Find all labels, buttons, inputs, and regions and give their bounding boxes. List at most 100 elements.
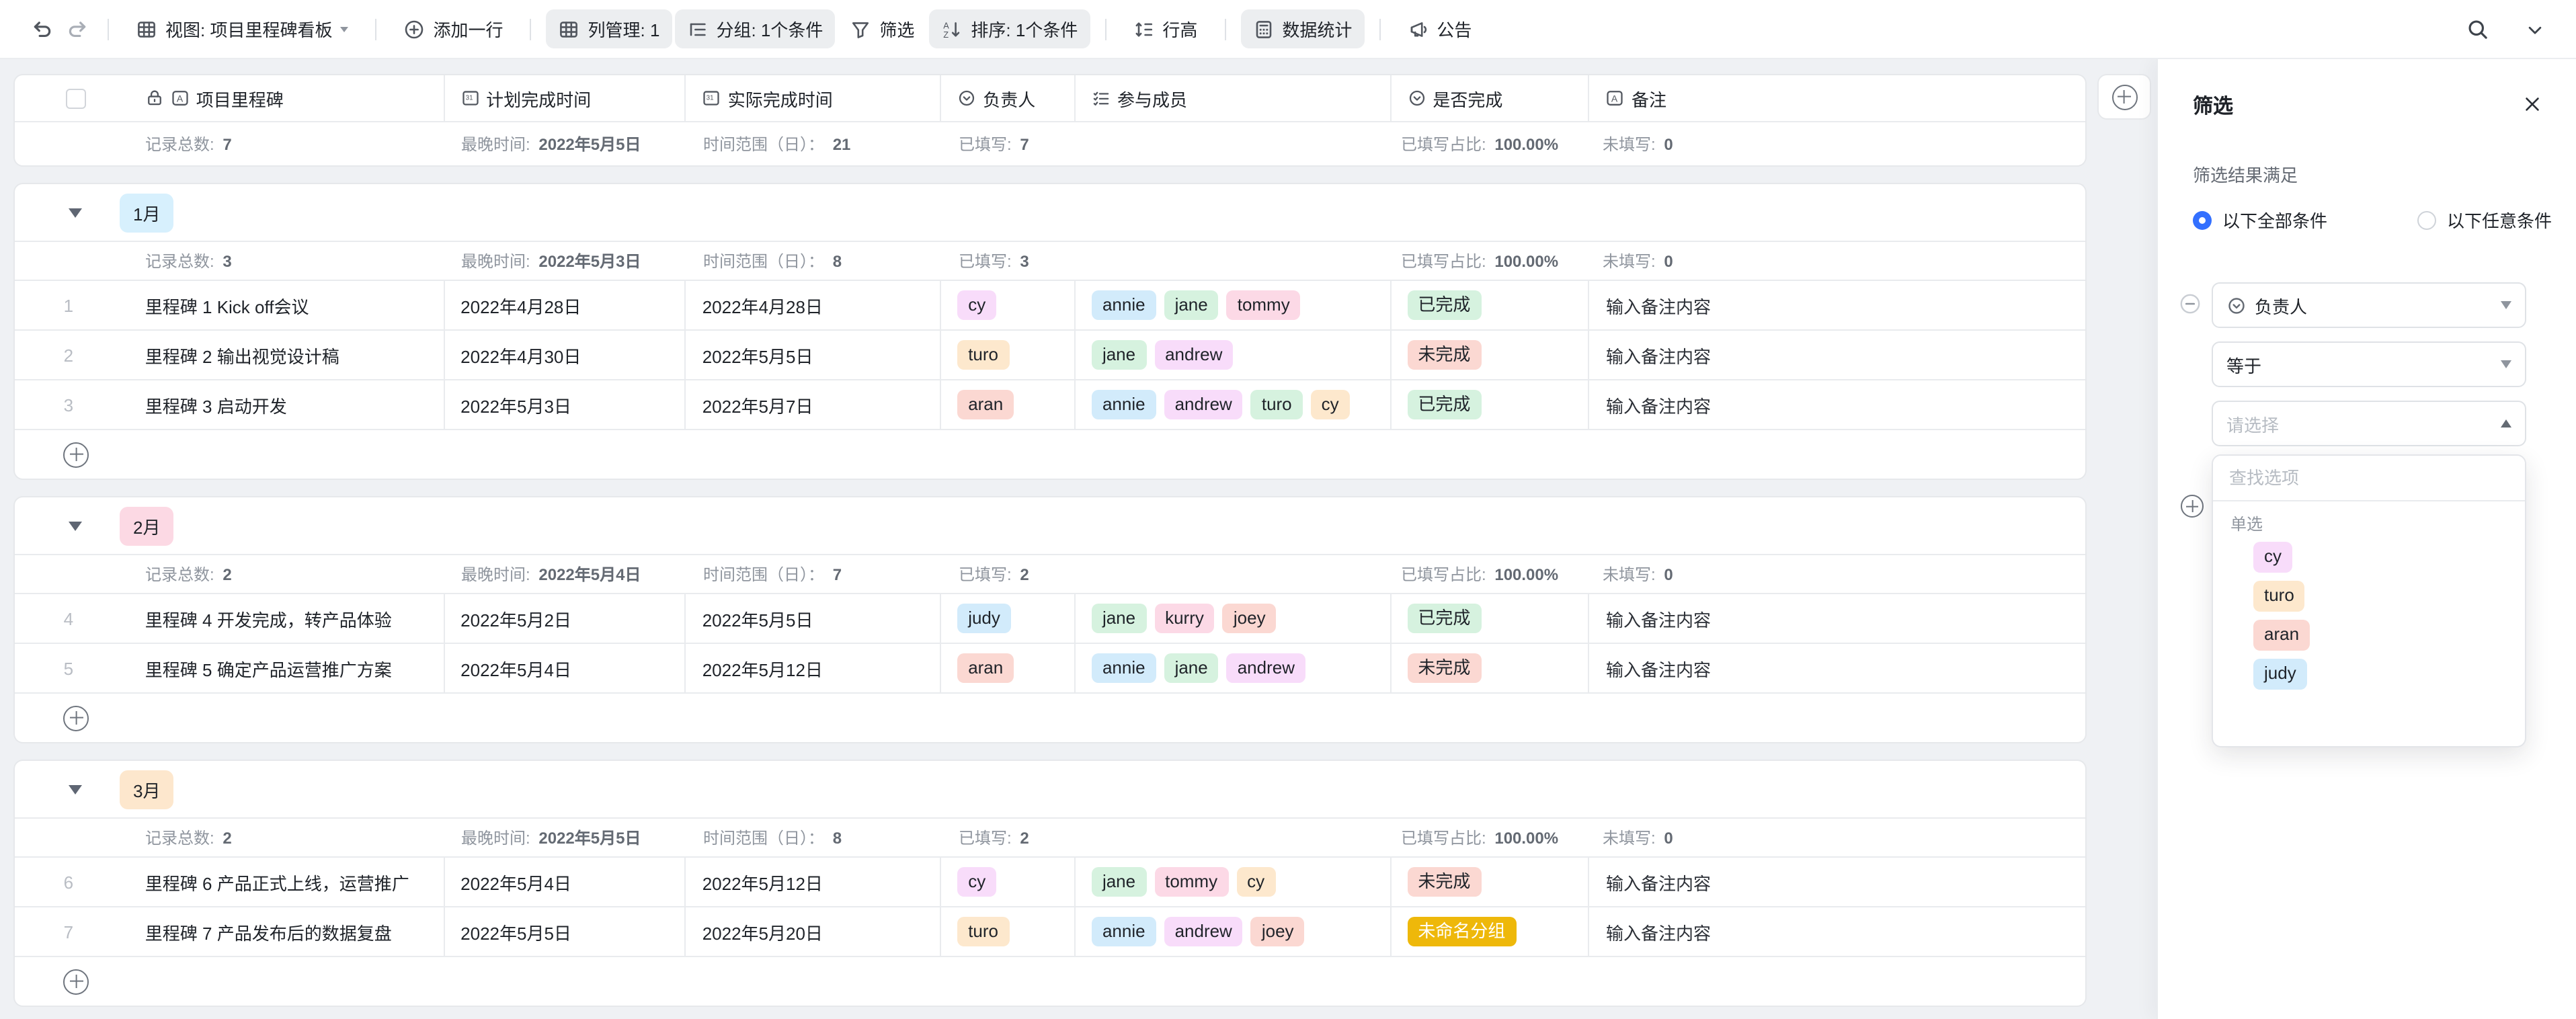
member-tag[interactable]: cy bbox=[1311, 390, 1350, 420]
option-tag[interactable]: cy bbox=[2253, 542, 2292, 573]
add-condition-button[interactable] bbox=[2181, 495, 2204, 518]
cell-actual-date[interactable]: 2022年4月28日 bbox=[686, 281, 942, 329]
add-row-button[interactable] bbox=[15, 692, 2085, 742]
cell-status[interactable]: 未命名分组 bbox=[1391, 907, 1590, 956]
condition-field-select[interactable]: 负责人 bbox=[2212, 282, 2526, 328]
cell-owner[interactable]: turo bbox=[941, 331, 1076, 379]
member-tag[interactable]: annie bbox=[1092, 390, 1156, 420]
summary-unfilled[interactable]: 未填写: 0 bbox=[1603, 132, 1673, 155]
cell-owner[interactable]: judy bbox=[941, 594, 1076, 643]
row-number[interactable]: 4 bbox=[15, 594, 122, 643]
cell-status[interactable]: 未完成 bbox=[1391, 858, 1590, 906]
cell-members[interactable]: janekurryjoey bbox=[1076, 594, 1391, 643]
close-icon[interactable] bbox=[2520, 91, 2544, 116]
owner-tag[interactable]: aran bbox=[957, 653, 1014, 684]
group-name-badge[interactable]: 3月 bbox=[120, 770, 173, 809]
cell-note[interactable]: 输入备注内容 bbox=[1590, 380, 2085, 429]
cell-milestone-title[interactable]: 里程碑 2 输出视觉设计稿 bbox=[122, 331, 444, 379]
add-row-button[interactable] bbox=[15, 429, 2085, 479]
cell-actual-date[interactable]: 2022年5月12日 bbox=[686, 644, 942, 692]
column-header-title[interactable]: A项目里程碑 bbox=[122, 75, 444, 121]
dropdown-option-aran[interactable]: aran bbox=[2213, 616, 2525, 655]
owner-tag[interactable]: turo bbox=[957, 340, 1009, 370]
member-tag[interactable]: annie bbox=[1092, 653, 1156, 684]
row-number[interactable]: 6 bbox=[15, 858, 122, 906]
row-number[interactable]: 5 bbox=[15, 644, 122, 692]
cell-note[interactable]: 输入备注内容 bbox=[1590, 594, 2085, 643]
member-tag[interactable]: andrew bbox=[1227, 653, 1305, 684]
member-tag[interactable]: andrew bbox=[1164, 917, 1243, 947]
summary-unfilled[interactable]: 未填写: 0 bbox=[1603, 249, 1673, 272]
member-tag[interactable]: joey bbox=[1251, 917, 1305, 947]
member-tag[interactable]: cy bbox=[1236, 867, 1275, 897]
summary-filled[interactable]: 已填写: 7 bbox=[959, 132, 1029, 155]
summary-unfilled[interactable]: 未填写: 0 bbox=[1603, 563, 1673, 585]
column-header-plan[interactable]: 31计划完成时间 bbox=[444, 75, 686, 121]
member-tag[interactable]: jane bbox=[1092, 340, 1146, 370]
member-tag[interactable]: jane bbox=[1164, 290, 1219, 321]
condition-value-select[interactable]: 请选择 bbox=[2212, 401, 2526, 446]
cell-milestone-title[interactable]: 里程碑 6 产品正式上线，运营推广 bbox=[122, 858, 444, 906]
cell-status[interactable]: 已完成 bbox=[1391, 594, 1590, 643]
member-tag[interactable]: tommy bbox=[1154, 867, 1228, 897]
chevron-down-icon[interactable] bbox=[2517, 12, 2552, 47]
owner-tag[interactable]: turo bbox=[957, 917, 1009, 947]
summary-latest[interactable]: 最晚时间: 2022年5月4日 bbox=[461, 563, 641, 585]
member-tag[interactable]: jane bbox=[1092, 604, 1146, 634]
dropdown-option-turo[interactable]: turo bbox=[2213, 577, 2525, 616]
cell-plan-date[interactable]: 2022年5月3日 bbox=[444, 380, 686, 429]
cell-plan-date[interactable]: 2022年5月5日 bbox=[444, 907, 686, 956]
status-tag[interactable]: 未命名分组 bbox=[1407, 917, 1516, 947]
undo-icon[interactable] bbox=[24, 11, 59, 46]
option-tag[interactable]: judy bbox=[2253, 659, 2307, 690]
owner-tag[interactable]: judy bbox=[957, 604, 1011, 634]
cell-actual-date[interactable]: 2022年5月20日 bbox=[686, 907, 942, 956]
column-header-members[interactable]: 参与成员 bbox=[1076, 75, 1391, 121]
toolbar-button-sort[interactable]: AZ排序: 1个条件 bbox=[929, 9, 1090, 48]
member-tag[interactable]: joey bbox=[1223, 604, 1277, 634]
summary-filled[interactable]: 已填写: 2 bbox=[959, 826, 1029, 849]
cell-milestone-title[interactable]: 里程碑 5 确定产品运营推广方案 bbox=[122, 644, 444, 692]
cell-actual-date[interactable]: 2022年5月5日 bbox=[686, 331, 942, 379]
cell-owner[interactable]: cy bbox=[941, 858, 1076, 906]
cell-members[interactable]: anniejaneandrew bbox=[1076, 644, 1391, 692]
summary-range[interactable]: 时间范围（日）： 8 bbox=[703, 826, 842, 849]
cell-note[interactable]: 输入备注内容 bbox=[1590, 644, 2085, 692]
summary-filled[interactable]: 已填写: 2 bbox=[959, 563, 1029, 585]
cell-plan-date[interactable]: 2022年4月28日 bbox=[444, 281, 686, 329]
summary-pct[interactable]: 已填写占比: 100.00% bbox=[1401, 249, 1558, 272]
toolbar-button-filter[interactable]: 筛选 bbox=[838, 9, 926, 48]
collapse-group-icon[interactable] bbox=[69, 784, 82, 794]
row-number[interactable]: 2 bbox=[15, 331, 122, 379]
status-tag[interactable]: 已完成 bbox=[1407, 604, 1481, 634]
toolbar-button-column-manage[interactable]: 列管理: 1 bbox=[547, 9, 672, 48]
cell-members[interactable]: anniejanetommy bbox=[1076, 281, 1391, 329]
column-header-actual[interactable]: 31实际完成时间 bbox=[686, 75, 942, 121]
search-icon[interactable] bbox=[2460, 12, 2495, 47]
cell-actual-date[interactable]: 2022年5月5日 bbox=[686, 594, 942, 643]
cell-plan-date[interactable]: 2022年5月4日 bbox=[444, 858, 686, 906]
option-tag[interactable]: aran bbox=[2253, 620, 2310, 651]
cell-status[interactable]: 未完成 bbox=[1391, 644, 1590, 692]
cell-members[interactable]: janetommycy bbox=[1076, 858, 1391, 906]
column-header-note[interactable]: A备注 bbox=[1590, 75, 2085, 121]
summary-range[interactable]: 时间范围（日）： 7 bbox=[703, 563, 842, 585]
group-name-badge[interactable]: 2月 bbox=[120, 506, 173, 545]
status-tag[interactable]: 未完成 bbox=[1407, 867, 1481, 897]
radio-any-conditions[interactable]: 以下任意条件 bbox=[2417, 207, 2552, 233]
summary-unfilled[interactable]: 未填写: 0 bbox=[1603, 826, 1673, 849]
add-row-button[interactable] bbox=[15, 956, 2085, 1006]
summary-filled[interactable]: 已填写: 3 bbox=[959, 249, 1029, 272]
owner-tag[interactable]: cy bbox=[957, 867, 996, 897]
cell-milestone-title[interactable]: 里程碑 7 产品发布后的数据复盘 bbox=[122, 907, 444, 956]
toolbar-button-add-row[interactable]: 添加一行 bbox=[391, 9, 515, 48]
cell-note[interactable]: 输入备注内容 bbox=[1590, 281, 2085, 329]
cell-status[interactable]: 未完成 bbox=[1391, 331, 1590, 379]
cell-owner[interactable]: aran bbox=[941, 644, 1076, 692]
group-name-badge[interactable]: 1月 bbox=[120, 193, 173, 232]
cell-note[interactable]: 输入备注内容 bbox=[1590, 331, 2085, 379]
dropdown-option-judy[interactable]: judy bbox=[2213, 655, 2525, 694]
redo-icon[interactable] bbox=[59, 11, 94, 46]
column-header-status[interactable]: 是否完成 bbox=[1391, 75, 1590, 121]
column-header-select-all[interactable] bbox=[15, 75, 122, 121]
